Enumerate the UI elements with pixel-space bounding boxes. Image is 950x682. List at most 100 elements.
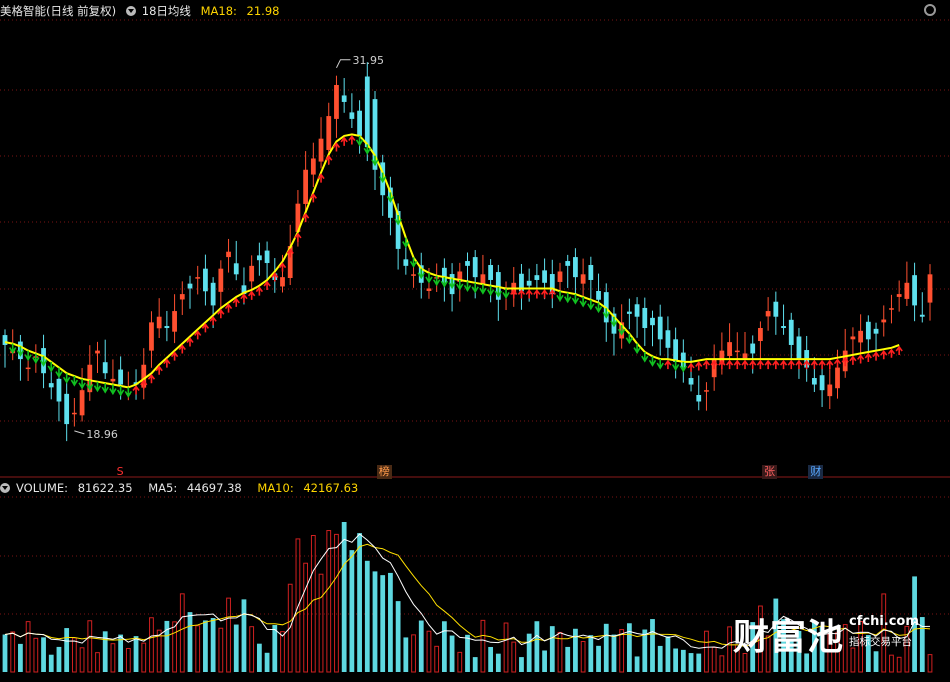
candle-body	[411, 274, 416, 276]
candle-body	[465, 261, 470, 266]
volume-bar	[634, 656, 640, 672]
volume-bar	[480, 619, 486, 673]
volume-bar	[711, 646, 717, 673]
high-price-label: 31.95	[352, 54, 384, 67]
volume-bar	[549, 626, 555, 672]
volume-bar	[95, 652, 100, 673]
volume-bar	[280, 631, 285, 673]
trend-up-arrow	[232, 297, 240, 307]
volume-bar	[411, 634, 416, 673]
volume-bar	[495, 653, 501, 672]
event-marker[interactable]: S	[115, 465, 126, 479]
candle-body	[750, 343, 756, 354]
candle-body	[480, 274, 486, 284]
event-marker[interactable]: 财	[808, 465, 824, 479]
candle-body	[904, 282, 910, 299]
volume-bar	[318, 573, 324, 673]
volume-bar	[71, 637, 77, 673]
candle-body	[811, 378, 817, 385]
candle-body	[534, 275, 540, 280]
event-marker[interactable]: 张	[762, 465, 778, 479]
trend-up-arrow	[255, 286, 264, 296]
candle-body	[218, 268, 224, 292]
volume-bar	[48, 654, 54, 672]
trend-up-arrow	[895, 345, 903, 355]
candle-body	[850, 336, 856, 340]
volume-bar	[18, 643, 23, 672]
candle-body	[349, 112, 355, 119]
trend-up-arrow	[147, 373, 156, 384]
volume-bar	[241, 599, 247, 672]
volume-bar	[249, 626, 255, 673]
candle-body	[149, 322, 154, 351]
dropdown-icon[interactable]	[125, 6, 136, 16]
trend-down-arrow	[409, 257, 418, 268]
candle-body	[71, 412, 77, 415]
candle-body	[79, 390, 85, 416]
candle-body	[642, 307, 648, 329]
trend-up-arrow	[764, 359, 772, 370]
low-price-label: 18.96	[86, 428, 118, 441]
candle-body	[357, 110, 362, 136]
candle-body	[634, 304, 640, 317]
trend-up-arrow	[756, 359, 765, 370]
trend-up-arrow	[517, 289, 526, 299]
candle-body	[912, 275, 917, 306]
chart-stage[interactable]: 31.95 18.96	[0, 0, 950, 678]
ma10-label: MA10:	[257, 481, 294, 495]
candle-body	[588, 264, 594, 280]
candle-body	[665, 330, 671, 348]
trend-up-arrow	[810, 359, 819, 370]
volume-value: 81622.35	[77, 481, 133, 495]
volume-bar	[727, 626, 732, 673]
candle-body	[919, 314, 925, 317]
candle-body	[835, 367, 840, 389]
volume-bar	[41, 637, 46, 672]
volume-bar	[203, 620, 208, 672]
volume-bar	[349, 550, 355, 672]
candle-body	[765, 311, 771, 317]
candle-body	[819, 375, 825, 391]
candle-body	[56, 378, 62, 402]
candle-body	[341, 95, 347, 102]
trend-up-arrow	[702, 359, 711, 370]
volume-bar	[434, 645, 440, 673]
candle-body	[580, 274, 586, 284]
candle-body	[226, 251, 231, 258]
trend-up-arrow	[540, 289, 549, 299]
ma18-label: MA18:	[200, 4, 237, 18]
candle-body	[172, 311, 177, 332]
candle-body	[303, 169, 309, 204]
volume-bar	[626, 623, 632, 672]
settings-icon[interactable]	[924, 4, 936, 16]
volume-bar	[426, 630, 432, 673]
trend-up-arrow	[687, 362, 695, 372]
candle-body	[788, 319, 794, 345]
volume-bar	[719, 655, 725, 673]
candle-body	[881, 319, 887, 323]
trend-down-arrow	[656, 359, 664, 370]
volume-bar	[149, 617, 154, 673]
trend-up-arrow	[240, 293, 248, 303]
indicator-name[interactable]: 18日均线	[142, 4, 191, 18]
volume-bar	[256, 643, 262, 672]
volume-bar	[179, 593, 185, 673]
volume-bar	[172, 621, 177, 673]
event-marker[interactable]: 榜	[376, 465, 392, 479]
trend-up-arrow	[733, 359, 741, 370]
candle-body	[102, 362, 108, 374]
volume-bar	[588, 635, 594, 672]
volume-bar	[187, 612, 193, 672]
trend-up-arrow	[872, 351, 880, 361]
candlestick-chart[interactable]: 31.95 18.96	[0, 0, 950, 678]
trend-up-arrow	[787, 359, 795, 370]
volume-panel-header: VOLUME: 81622.35 MA5: 44697.38 MA10: 421…	[0, 478, 370, 498]
volume-bar	[25, 621, 31, 673]
trend-up-arrow	[833, 358, 842, 368]
volume-bar	[650, 619, 655, 672]
candle-body	[364, 76, 370, 148]
candle-body	[334, 84, 339, 119]
trend-up-arrow	[772, 359, 780, 370]
dropdown-icon[interactable]	[0, 483, 10, 493]
high-pointer	[336, 59, 351, 69]
